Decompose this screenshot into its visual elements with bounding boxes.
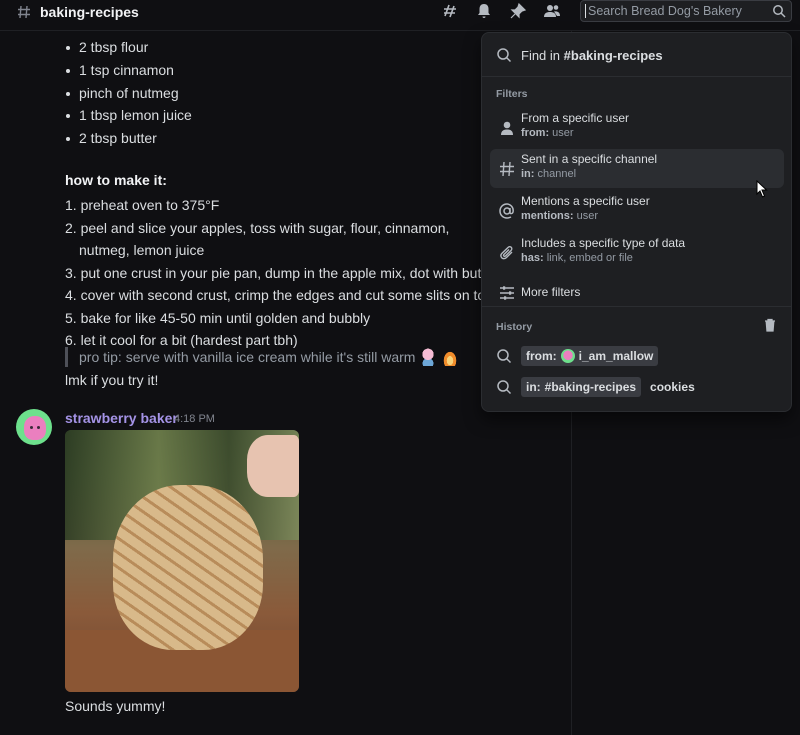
- hash-icon: [18, 5, 30, 18]
- filter-mentions-user[interactable]: Mentions a specific user mentions: user: [490, 191, 784, 230]
- sliders-icon: [500, 286, 514, 300]
- filters-heading: Filters: [496, 88, 528, 100]
- find-in-channel-option[interactable]: Find in #baking-recipes: [496, 47, 663, 63]
- apple-pie-image[interactable]: [65, 430, 299, 692]
- filter-key: in:: [521, 168, 535, 180]
- avatar: [560, 349, 575, 363]
- ingredient-list: 2 tbsp flour 1 tsp cinnamon pinch of nut…: [66, 39, 192, 153]
- filter-title: Sent in a specific channel: [521, 152, 658, 166]
- paperclip-icon: [500, 246, 513, 260]
- filter-value: channel: [537, 168, 577, 180]
- search-options-popout: Find in #baking-recipes Filters From a s…: [481, 32, 792, 412]
- divider: [482, 76, 791, 77]
- threads-icon[interactable]: [440, 1, 460, 21]
- more-filters-label: More filters: [521, 285, 581, 299]
- filter-title: Includes a specific type of data: [521, 236, 686, 250]
- search-icon: [497, 349, 512, 364]
- list-item: 5. bake for like 45-50 min until golden …: [65, 309, 371, 326]
- pro-tip-text: pro tip: serve with vanilla ice cream wh…: [79, 349, 416, 365]
- list-item: 1 tbsp lemon juice: [66, 107, 192, 130]
- search-icon: [497, 48, 512, 63]
- message-timestamp: 4:18 PM: [174, 413, 215, 425]
- filter-value: user: [552, 127, 574, 139]
- find-label: Find in: [521, 47, 561, 63]
- chip-value: #baking-recipes: [544, 380, 637, 394]
- ice-cream-emoji-icon: [419, 348, 438, 366]
- find-channel: #baking-recipes: [563, 47, 663, 63]
- filter-key: mentions:: [521, 210, 574, 222]
- filter-value: link, embed or file: [546, 252, 633, 264]
- at-sign-icon: [499, 203, 514, 219]
- channel-name: baking-recipes: [40, 3, 139, 20]
- message-text: lmk if you try it!: [65, 372, 159, 388]
- author-name[interactable]: strawberry baker: [65, 410, 178, 426]
- member-list-icon[interactable]: [542, 1, 562, 21]
- mouse-cursor-icon: [756, 180, 768, 198]
- history-heading: History: [496, 321, 533, 333]
- chip-key: in:: [526, 380, 541, 394]
- filter-title: From a specific user: [521, 111, 630, 125]
- list-item: 3. put one crust in your pie pan, dump i…: [65, 264, 498, 281]
- filter-from-user[interactable]: From a specific user from: user: [490, 108, 784, 147]
- filter-key: from:: [521, 127, 550, 139]
- history-chip: in: #baking-recipes: [521, 377, 642, 397]
- list-item: 1. preheat oven to 375°F: [65, 197, 220, 213]
- howto-heading: how to make it:: [65, 172, 167, 188]
- chip-value: i_am_mallow: [578, 349, 654, 363]
- avatar[interactable]: [16, 409, 52, 445]
- channel-header: baking-recipes: [0, 0, 800, 23]
- steps-list: 1. preheat oven to 375°F 2. peel and sli…: [65, 194, 498, 352]
- notification-bell-icon[interactable]: [474, 1, 494, 21]
- filter-value: user: [576, 210, 599, 222]
- search-icon: [497, 380, 512, 395]
- list-item: 2 tbsp butter: [66, 130, 192, 153]
- filter-has-data[interactable]: Includes a specific type of data has: li…: [490, 233, 784, 272]
- history-item[interactable]: in: #baking-recipes cookies: [496, 377, 695, 397]
- blockquote: pro tip: serve with vanilla ice cream wh…: [65, 347, 460, 367]
- list-item: pinch of nutmeg: [66, 85, 192, 108]
- pin-icon[interactable]: [508, 1, 528, 21]
- filter-in-channel[interactable]: Sent in a specific channel in: channel: [490, 149, 784, 188]
- search-box[interactable]: [580, 0, 792, 22]
- divider: [482, 306, 791, 307]
- search-icon: [773, 5, 786, 18]
- filter-key: has:: [521, 252, 544, 264]
- list-item: 2. peel and slice your apples, toss with…: [65, 219, 450, 259]
- list-item: 4. cover with second crust, crimp the ed…: [65, 287, 493, 303]
- chip-key: from:: [526, 349, 557, 363]
- fire-emoji-icon: [441, 348, 460, 366]
- list-item: 2 tbsp flour: [66, 39, 192, 62]
- list-item: 1 tsp cinnamon: [66, 62, 192, 85]
- message-text: Sounds yummy!: [65, 698, 166, 714]
- filter-title: Mentions a specific user: [521, 194, 650, 208]
- search-input[interactable]: [585, 4, 765, 18]
- user-icon: [501, 121, 513, 135]
- history-query-text: cookies: [650, 380, 695, 394]
- history-chip: from: i_am_mallow: [521, 346, 659, 366]
- history-item[interactable]: from: i_am_mallow: [496, 346, 659, 366]
- trash-icon[interactable]: [762, 317, 778, 333]
- hash-icon: [500, 161, 514, 177]
